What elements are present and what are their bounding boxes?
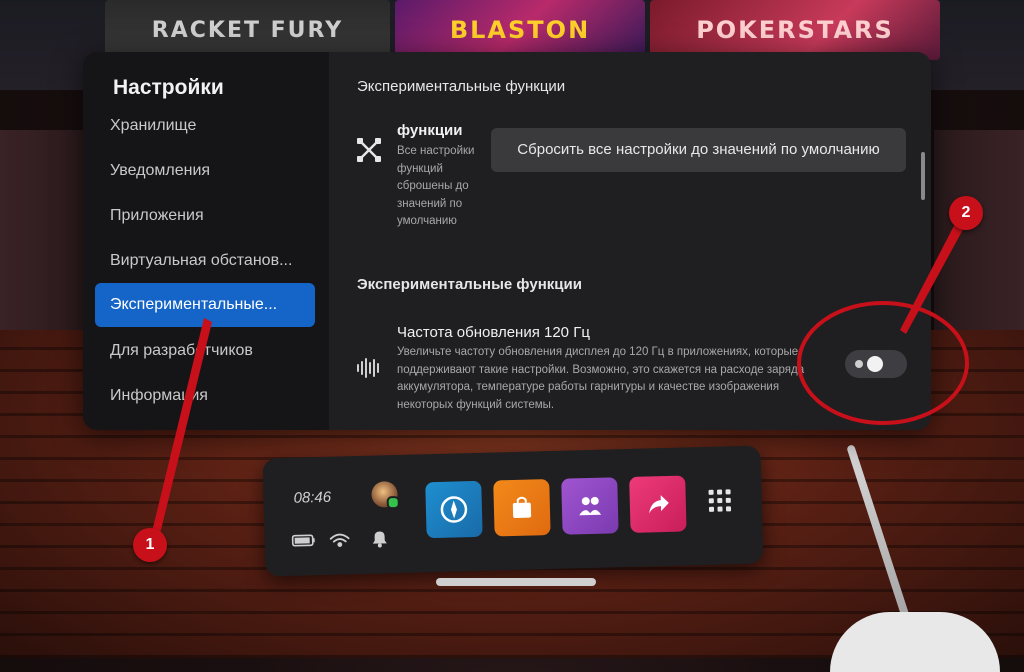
bell-icon: [372, 531, 387, 548]
settings-sidebar: Настройки Хранилище Уведомления Приложен…: [83, 52, 329, 430]
environment-wall-left: [0, 130, 90, 350]
status-icons: [291, 531, 387, 548]
user-avatar[interactable]: [371, 481, 400, 510]
content-scrollbar[interactable]: [921, 152, 925, 200]
battery-icon: [291, 534, 315, 547]
feature-description: Все настройки функций сброшены до значен…: [397, 145, 475, 227]
app-library-grid-icon[interactable]: [707, 488, 732, 513]
environment-wall-right: [934, 130, 1024, 350]
toggle-off-indicator: [855, 360, 863, 368]
sidebar-item-storage[interactable]: Хранилище: [95, 104, 315, 148]
section-title-experimental-features: Экспериментальные функции: [357, 276, 582, 293]
feature-name: функции: [397, 122, 463, 139]
share-app-icon[interactable]: [629, 475, 687, 533]
store-app-icon[interactable]: [493, 479, 551, 537]
sidebar-title: Настройки: [113, 76, 224, 99]
people-icon: [579, 496, 602, 516]
wifi-icon: [329, 533, 350, 547]
clock-time: 08:46: [293, 488, 332, 507]
sidebar-item-virtual-environment[interactable]: Виртуальная обстанов...: [95, 239, 315, 283]
section-title-experimental: Экспериментальные функции: [357, 78, 566, 95]
explore-app-icon[interactable]: [425, 480, 483, 539]
sidebar-item-info[interactable]: Информация: [95, 374, 315, 418]
refresh-rate-title: Частота обновления 120 Гц: [397, 324, 590, 341]
sidebar-item-developers[interactable]: Для разработчиков: [95, 329, 315, 373]
annotation-badge-1: 1: [133, 528, 167, 562]
poster-blaston: BLASTON: [395, 0, 645, 60]
settings-panel: Настройки Хранилище Уведомления Приложен…: [83, 52, 931, 430]
toggle-knob: [867, 356, 883, 372]
poster-racket-fury: RACKET FURY: [105, 0, 390, 60]
compass-icon: [440, 496, 468, 523]
universal-menu-bar: 08:46: [262, 445, 764, 577]
settings-content: Экспериментальные функции функции Все на…: [329, 52, 931, 430]
people-app-icon[interactable]: [561, 477, 619, 535]
menu-drag-handle[interactable]: [436, 578, 596, 586]
sidebar-item-notifications[interactable]: Уведомления: [95, 149, 315, 193]
sidebar-item-experimental[interactable]: Экспериментальные...: [95, 283, 315, 327]
cross-arrows-icon: [357, 138, 381, 162]
sound-wave-icon: [357, 358, 379, 378]
refresh-rate-toggle[interactable]: [845, 350, 907, 378]
poster-pokerstars: POKERSTARS: [650, 0, 940, 60]
online-status-dot: [386, 495, 400, 510]
refresh-rate-description: Увеличьте частоту обновления дисплея до …: [397, 346, 805, 411]
annotation-badge-2: 2: [949, 196, 983, 230]
reset-all-settings-button[interactable]: Сбросить все настройки до значений по ум…: [491, 128, 906, 172]
sidebar-item-apps[interactable]: Приложения: [95, 194, 315, 238]
share-arrow-icon: [649, 495, 669, 514]
shopping-bag-icon: [512, 496, 532, 518]
